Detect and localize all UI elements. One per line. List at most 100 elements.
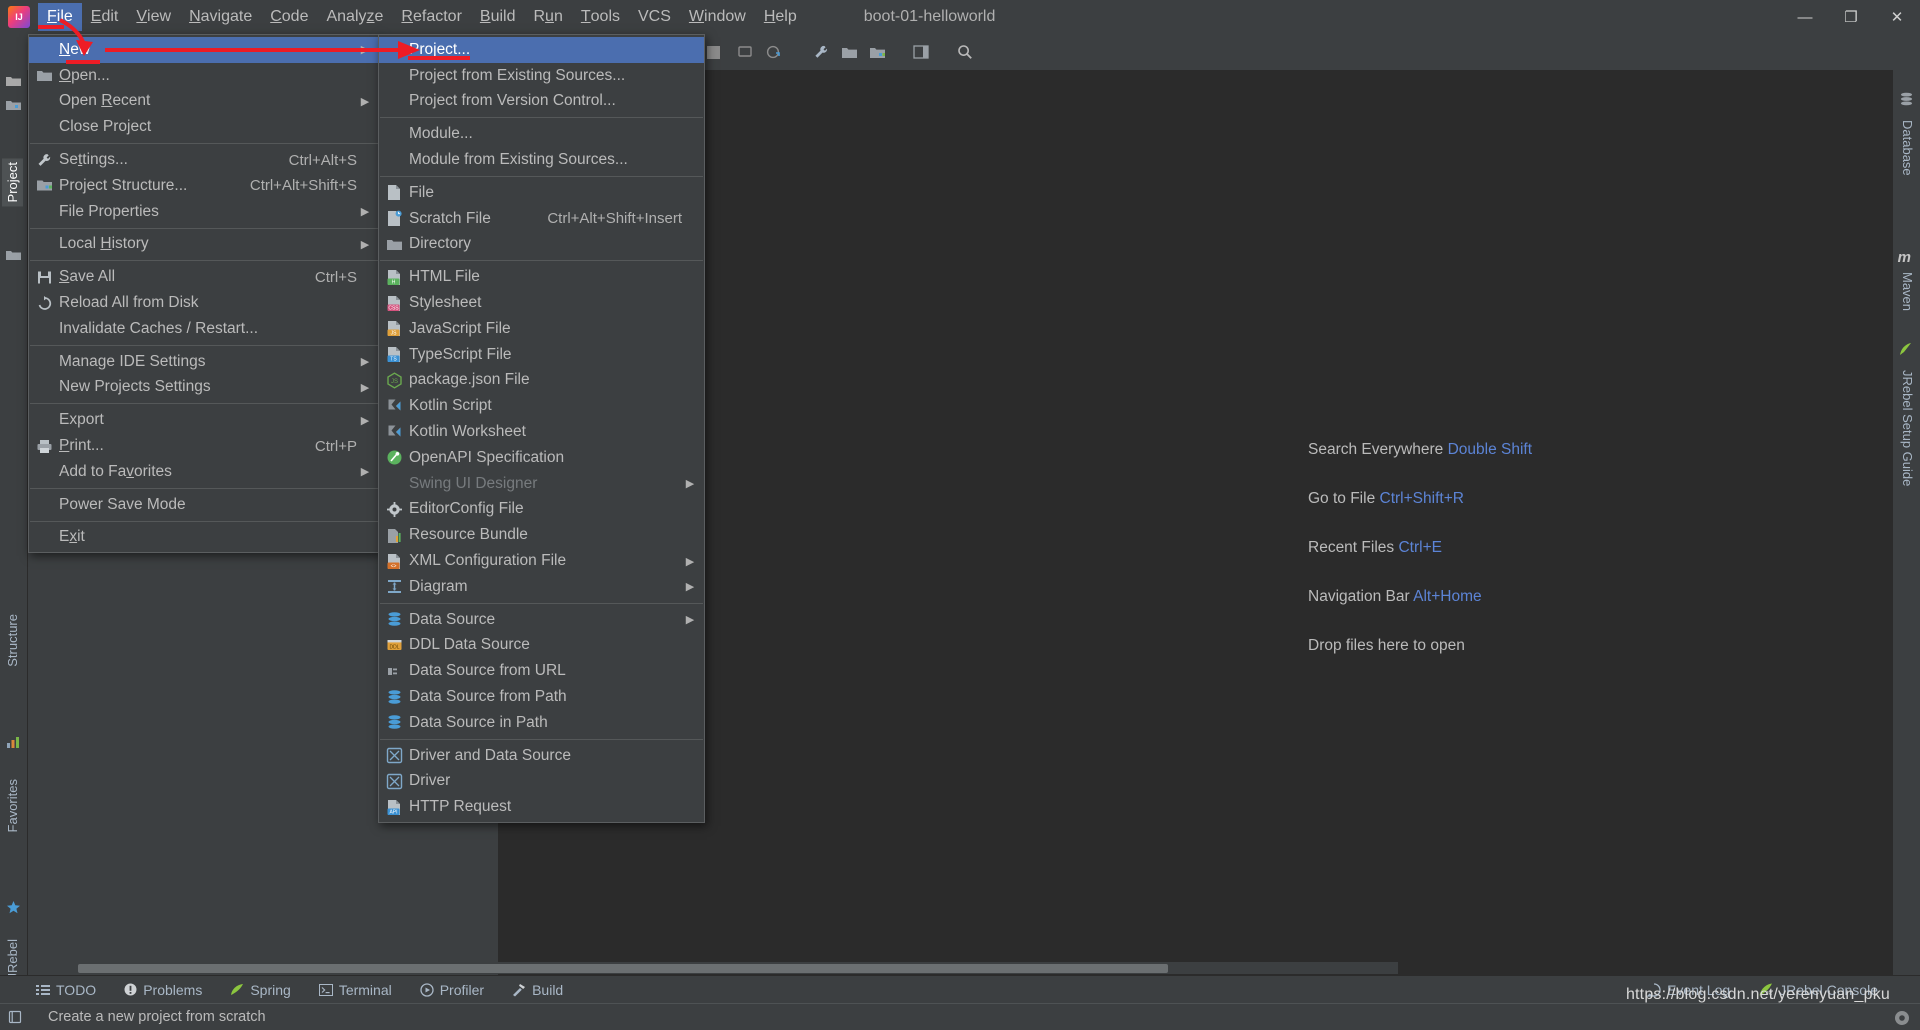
file-menu-item-settings[interactable]: Settings... Ctrl+Alt+S [29,147,379,173]
bottom-item-build[interactable]: Build [498,982,577,998]
new-menu-item-html-file[interactable]: H HTML File [379,264,704,290]
menubar-item-window[interactable]: Window [680,3,755,31]
menu-item-label: File Properties [59,202,159,220]
sidebar-item-favorites[interactable]: Favorites [2,775,23,836]
left-tool-strip[interactable]: Project Structure Favorites JRebel [0,70,28,1011]
new-menu-item-editorconfig-file[interactable]: EditorConfig File [379,497,704,523]
file-menu-item-reload-all-from-disk[interactable]: Reload All from Disk [29,290,379,316]
file-menu-item-add-to-favorites[interactable]: Add to Favorites ▶ [29,459,379,485]
new-menu-item-driver-and-data-source[interactable]: Driver and Data Source [379,743,704,769]
menubar-item-view[interactable]: View [127,3,180,31]
minimize-icon[interactable]: — [1782,0,1828,34]
new-menu-item-package-json-file[interactable]: JS package.json File [379,368,704,394]
layout-icon[interactable] [908,39,934,65]
menubar-item-code[interactable]: Code [261,3,317,31]
new-menu-item-project-from-version-control[interactable]: Project from Version Control... [379,89,704,115]
new-menu-item-http-request[interactable]: API HTTP Request [379,794,704,820]
new-menu-item-data-source-from-url[interactable]: Data Source from URL [379,658,704,684]
menubar-item-help[interactable]: Help [755,3,806,31]
new-menu-item-data-source-in-path[interactable]: Data Source in Path [379,710,704,736]
menu-item-label: TypeScript File [409,345,512,363]
file-menu-item-local-history[interactable]: Local History ▶ [29,232,379,258]
menubar-item-file[interactable]: File [38,3,82,31]
new-menu-item-driver[interactable]: Driver [379,769,704,795]
rerun-icon[interactable] [760,39,786,65]
file-menu-item-print[interactable]: Print... Ctrl+P [29,433,379,459]
right-tool-strip[interactable]: Database m Maven JRebel Setup Guide [1892,70,1920,988]
new-menu-item-resource-bundle[interactable]: Resource Bundle [379,522,704,548]
scrollbar-thumb[interactable] [78,964,1168,973]
menubar-item-refactor[interactable]: Refactor [392,3,470,31]
new-menu-item-directory[interactable]: Directory [379,232,704,258]
file-menu-item-invalidate-caches-restart[interactable]: Invalidate Caches / Restart... [29,316,379,342]
new-menu-item-module[interactable]: Module... [379,121,704,147]
new-menu-item-kotlin-worksheet[interactable]: Kotlin Worksheet [379,419,704,445]
sidebar-item-structure[interactable]: Structure [2,610,23,671]
file-menu-item-open[interactable]: Open... [29,63,379,89]
file-menu-item-export[interactable]: Export ▶ [29,407,379,433]
new-menu-item-data-source[interactable]: Data Source ▶ [379,607,704,633]
menubar-item-navigate[interactable]: Navigate [180,3,261,31]
bottom-item-spring[interactable]: Spring [216,982,304,998]
file-menu-item-new-projects-settings[interactable]: New Projects Settings ▶ [29,375,379,401]
sidebar-item-jrebel-setup-guide[interactable]: JRebel Setup Guide [1897,366,1918,490]
bottom-item-problems[interactable]: Problems [110,982,216,998]
new-menu-item-xml-configuration-file[interactable]: <> XML Configuration File ▶ [379,548,704,574]
bottom-item-label: Terminal [338,981,392,998]
file-menu-item-save-all[interactable]: Save All Ctrl+S [29,264,379,290]
new-menu-item-module-from-existing-sources[interactable]: Module from Existing Sources... [379,147,704,173]
new-menu-item-stylesheet[interactable]: CSS Stylesheet [379,290,704,316]
bottom-item-todo[interactable]: TODO [22,982,110,998]
file-menu-item-new[interactable]: New ▶ [29,37,379,63]
file-menu-item-file-properties[interactable]: File Properties ▶ [29,199,379,225]
new-menu-item-data-source-from-path[interactable]: Data Source from Path [379,684,704,710]
bottom-item-profiler[interactable]: Profiler [406,982,498,998]
close-icon[interactable]: ✕ [1874,0,1920,34]
new-menu-item-javascript-file[interactable]: JS JavaScript File [379,316,704,342]
file-menu-item-project-structure[interactable]: Project Structure... Ctrl+Alt+Shift+S [29,173,379,199]
commit-strip-icon[interactable] [6,248,22,264]
project-structure-strip-icon[interactable] [6,98,22,114]
menubar-item-run[interactable]: Run [524,3,571,31]
menu-separator [30,487,378,489]
menu-item-label: Driver and Data Source [409,746,571,764]
sidebar-item-database[interactable]: Database [1897,116,1918,180]
menubar-item-tools[interactable]: Tools [572,3,629,31]
search-icon[interactable] [952,39,978,65]
new-menu-item-openapi-specification[interactable]: OpenAPI Specification [379,445,704,471]
menubar-item-analyze[interactable]: Analy z e [317,3,392,31]
bottom-item-terminal[interactable]: Terminal [305,982,406,998]
menu-item-label: Close Project [59,118,152,136]
file-menu-item-power-save-mode[interactable]: Power Save Mode [29,492,379,518]
menubar-item-edit[interactable]: Edit [82,3,128,31]
wrench-icon[interactable] [808,39,834,65]
horizontal-scrollbar[interactable] [30,962,1398,974]
new-menu-item-diagram[interactable]: Diagram ▶ [379,574,704,600]
menu-bar[interactable]: File Edit View Navigate Code Analy z e Refactor B… [38,0,806,34]
sidebar-item-project[interactable]: Project [2,158,23,207]
module-folder-icon[interactable] [864,39,890,65]
file-menu-item-manage-ide-settings[interactable]: Manage IDE Settings ▶ [29,349,379,375]
sidebar-item-maven[interactable]: Maven [1897,268,1918,315]
menu-item-shortcut: Ctrl+P [314,437,357,455]
new-menu-item-kotlin-script[interactable]: Kotlin Script [379,393,704,419]
new-menu-item-scratch-file[interactable]: Scratch File Ctrl+Alt+Shift+Insert [379,206,704,232]
new-menu-item-file[interactable]: File [379,180,704,206]
new-menu-item-ddl-data-source[interactable]: DDL DDL Data Source [379,633,704,659]
bottom-item-label: Build [532,981,564,998]
folder-open-strip-icon[interactable] [6,74,22,90]
file-menu-item-open-recent[interactable]: Open Recent ▶ [29,89,379,115]
new-menu-item-typescript-file[interactable]: TS TypeScript File [379,342,704,368]
new-menu-item-project[interactable]: Project... [379,37,704,63]
new-submenu-dropdown[interactable]: Project... Project from Existing Sources.… [378,34,705,824]
maximize-icon[interactable]: ❐ [1828,0,1874,34]
window-controls[interactable]: — ❐ ✕ [1782,0,1920,34]
folder-icon[interactable] [836,39,862,65]
menubar-item-vcs[interactable]: VCS [629,3,680,31]
menubar-item-build[interactable]: Build [471,3,525,31]
new-menu-item-project-from-existing-sources[interactable]: Project from Existing Sources... [379,63,704,89]
file-menu-item-close-project[interactable]: Close Project [29,114,379,140]
file-menu-item-exit[interactable]: Exit [29,525,379,551]
run-debug-icon[interactable] [732,39,758,65]
file-menu-dropdown[interactable]: New ▶ Open... Open Recent ▶ Close Project Sett… [28,34,380,554]
